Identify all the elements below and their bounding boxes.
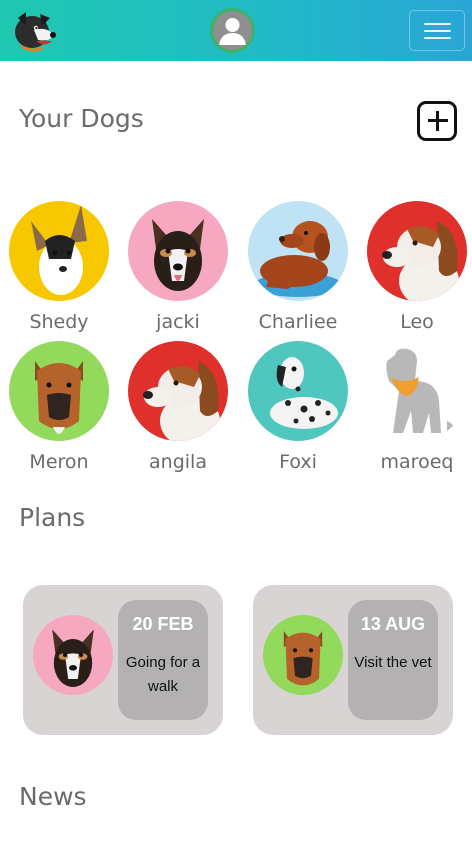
- plan-date: 20 FEB: [132, 614, 194, 634]
- dog-avatar: [9, 201, 109, 301]
- dog-card-meron[interactable]: Meron: [9, 341, 109, 473]
- plus-square-icon[interactable]: [417, 101, 457, 141]
- user-avatar-icon[interactable]: [210, 8, 255, 53]
- dog-card-leo[interactable]: Leo: [367, 201, 467, 333]
- dog-name: jacki: [156, 311, 200, 333]
- dog-name: angila: [149, 451, 207, 473]
- dog-name: Foxi: [279, 451, 317, 473]
- plan-dog-avatar: [263, 615, 343, 695]
- dog-avatar: [248, 341, 348, 441]
- hamburger-icon[interactable]: [409, 10, 465, 51]
- plan-date: 13 AUG: [360, 614, 426, 634]
- dog-avatar: [248, 201, 348, 301]
- news-title: News: [19, 782, 87, 811]
- plan-card[interactable]: 20 FEB Going for a walk: [23, 585, 223, 735]
- dog-card-angila[interactable]: angila: [128, 341, 228, 473]
- dog-name: Leo: [400, 311, 434, 333]
- dog-avatar: [128, 341, 228, 441]
- plans-title: Plans: [19, 503, 86, 532]
- top-navbar: [0, 0, 472, 61]
- plan-dog-avatar: [33, 615, 113, 695]
- dog-card-charliee[interactable]: Charliee: [248, 201, 348, 333]
- dog-name: Charliee: [258, 311, 338, 333]
- dog-card-maroeq[interactable]: maroeq: [367, 341, 467, 473]
- plan-info: 20 FEB Going for a walk: [118, 600, 208, 720]
- dog-placeholder-icon: [367, 341, 467, 441]
- dog-avatar: [9, 341, 109, 441]
- dog-avatar: [367, 201, 467, 301]
- dog-name: Shedy: [29, 311, 89, 333]
- plan-text: Going for a walk: [125, 654, 201, 695]
- dog-card-shedy[interactable]: Shedy: [9, 201, 109, 333]
- dog-avatar: [128, 201, 228, 301]
- dog-name: Meron: [29, 451, 89, 473]
- dog-name: maroeq: [380, 451, 454, 473]
- your-dogs-title: Your Dogs: [19, 104, 144, 133]
- plan-text: Visit the vet: [354, 654, 432, 671]
- dog-card-foxi[interactable]: Foxi: [248, 341, 348, 473]
- plan-info: 13 AUG Visit the vet: [348, 600, 438, 720]
- dog-card-jacki[interactable]: jacki: [128, 201, 228, 333]
- dog-logo-icon[interactable]: [12, 8, 56, 52]
- plan-card[interactable]: 13 AUG Visit the vet: [253, 585, 453, 735]
